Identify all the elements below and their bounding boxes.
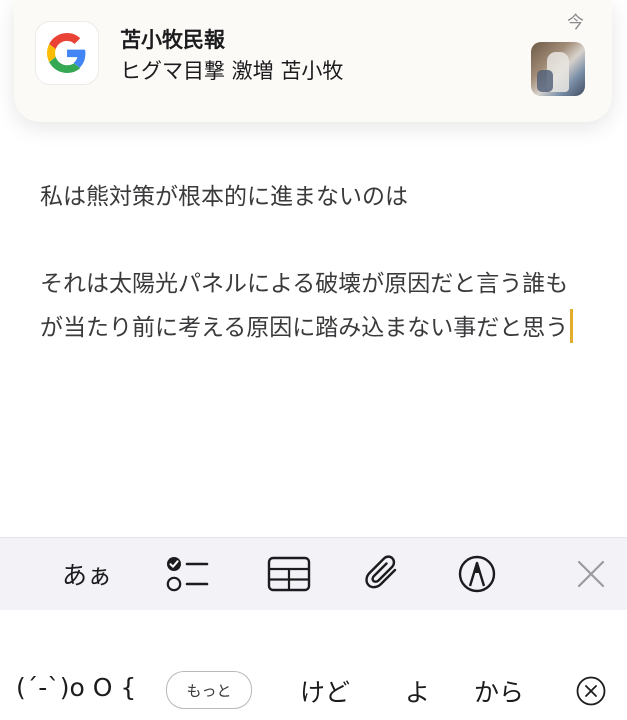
format-text-label: あぁ: [61, 561, 112, 590]
note-paragraph-text: それは太陽光パネルによる破壊が原因だと言う誰もが当たり前に考える原因に踏み込まな…: [40, 271, 569, 341]
suggestion-yo[interactable]: よ: [405, 673, 430, 709]
close-icon: [577, 560, 605, 588]
notification-banner[interactable]: 苫小牧民報 ヒグマ目撃 激増 苫小牧 今: [14, 0, 612, 122]
paperclip-icon: [365, 555, 397, 589]
kaomoji-suggestion[interactable]: (´-`)o O {: [16, 673, 136, 702]
note-text-area[interactable]: 私は熊対策が根本的に進まないのは それは太陽光パネルによる破壊が原因だと言う誰も…: [40, 176, 588, 350]
markup-pen-icon: [458, 555, 496, 593]
format-toolbar: あぁ: [0, 537, 627, 611]
notification-time: 今: [567, 13, 584, 33]
table-button[interactable]: [254, 538, 324, 610]
table-icon: [267, 556, 311, 592]
note-line: 私は熊対策が根本的に進まないのは: [40, 184, 408, 210]
thumbnail-figure-shadow: [537, 70, 553, 92]
notification-body: ヒグマ目撃 激増 苫小牧: [120, 59, 344, 83]
text-cursor: [570, 308, 574, 343]
circle-x-icon: [576, 676, 606, 706]
attachment-button[interactable]: [348, 538, 418, 610]
note-paragraph: それは太陽光パネルによる破壊が原因だと言う誰もが当たり前に考える原因に踏み込まな…: [40, 263, 588, 350]
suggestion-kedo[interactable]: けど: [300, 673, 350, 709]
close-toolbar-button[interactable]: [556, 538, 626, 610]
checklist-icon: [166, 557, 209, 592]
suggestion-kara[interactable]: から: [474, 673, 524, 709]
notification-thumbnail: [531, 42, 585, 96]
markup-button[interactable]: [442, 538, 512, 610]
more-suggestions-button[interactable]: もっと: [166, 671, 252, 709]
checklist-button[interactable]: [152, 538, 222, 610]
google-g-icon: [36, 22, 98, 84]
notification-title: 苫小牧民報: [120, 28, 225, 52]
dismiss-suggestions-button[interactable]: [575, 675, 607, 711]
format-text-button[interactable]: あぁ: [52, 538, 122, 610]
